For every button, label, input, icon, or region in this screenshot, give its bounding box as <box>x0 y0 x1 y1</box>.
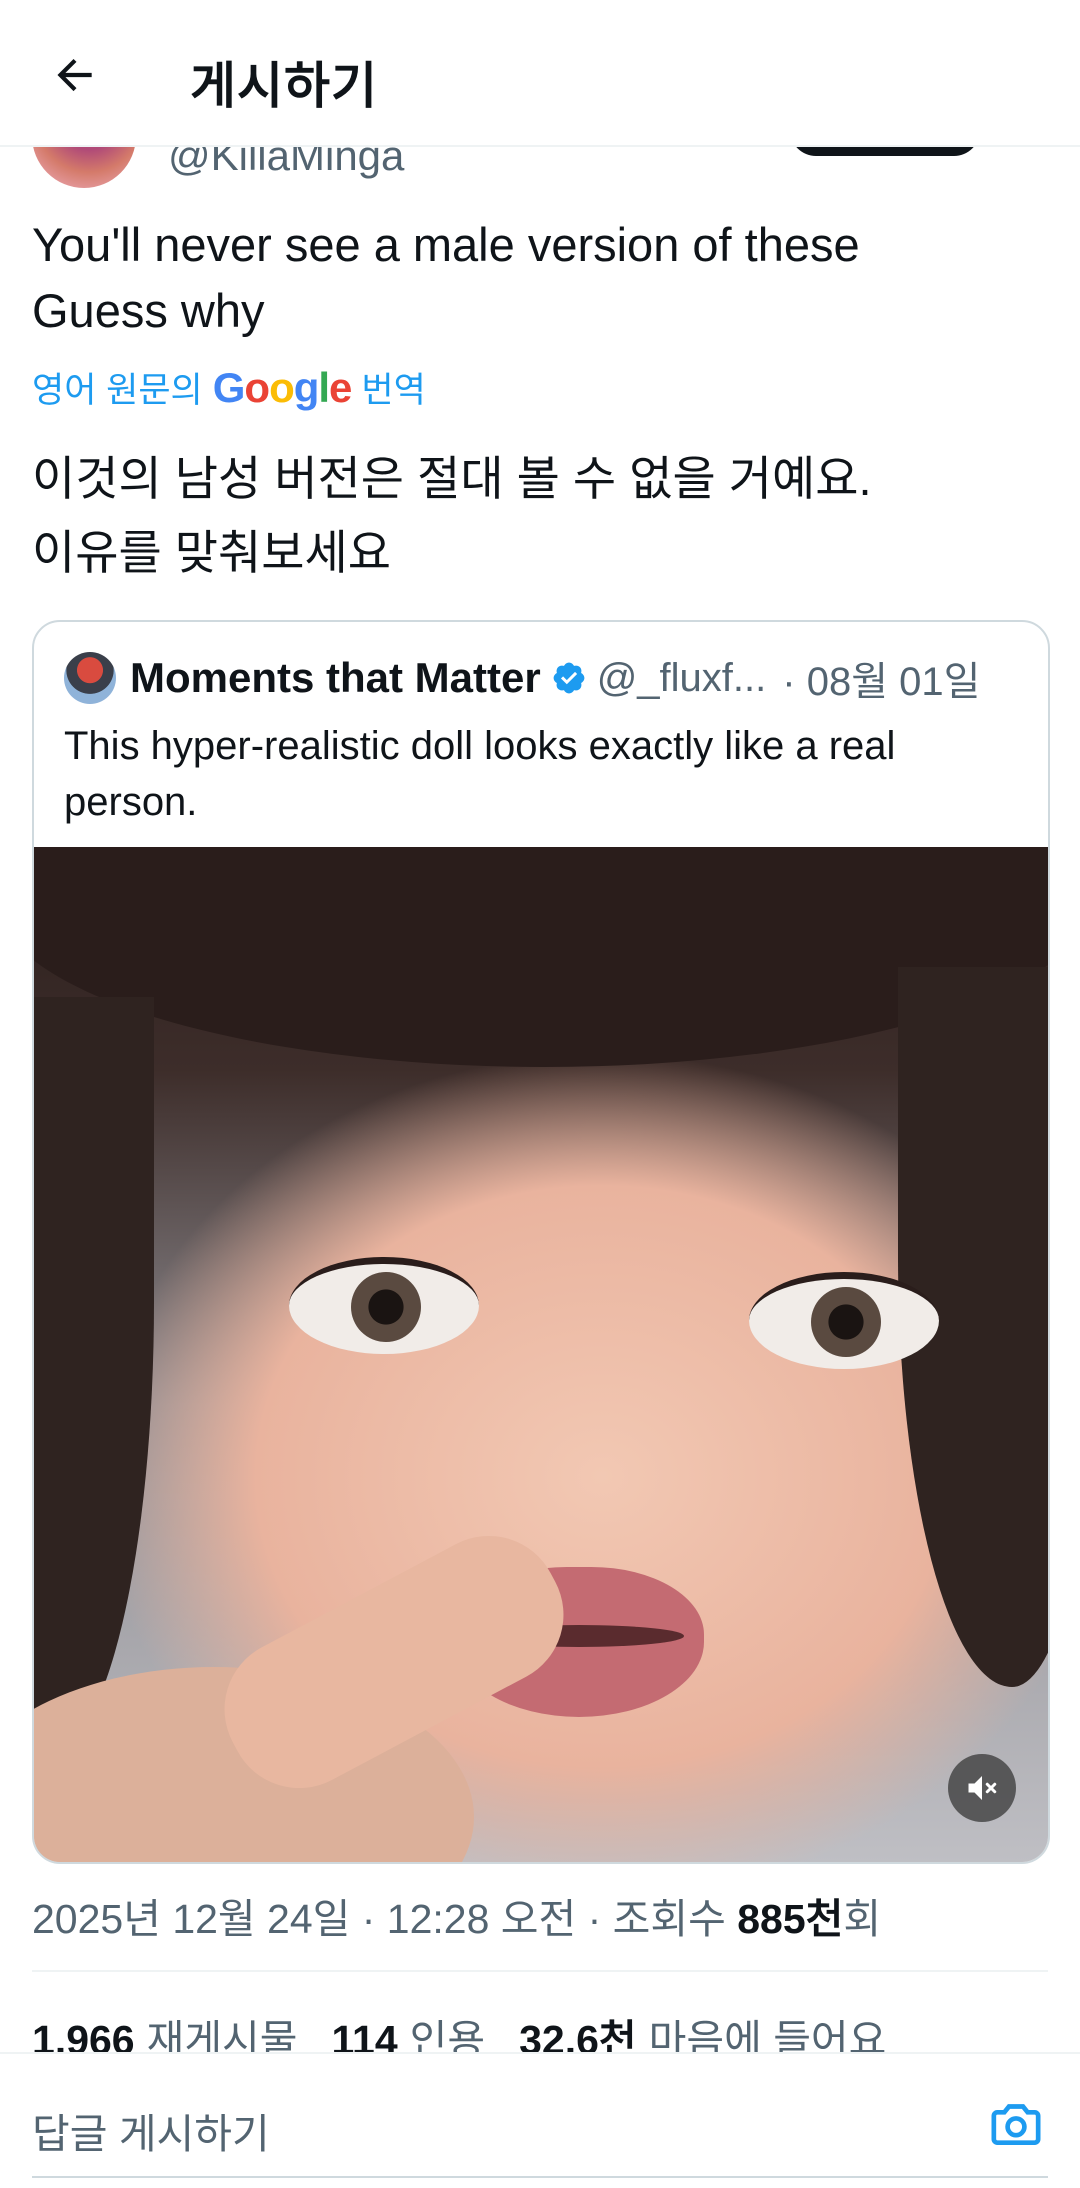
tweet-meta: 2025년 12월 24일 · 12:28 오전 · 조회수 885천회 <box>32 1885 881 1945</box>
tweet-datetime: 2025년 12월 24일 · 12:28 오전 · 조회수 <box>32 1896 738 1942</box>
quoted-author-handle[interactable]: @_fluxf... <box>597 656 767 701</box>
hair-shape-left <box>34 997 154 1757</box>
translate-link[interactable]: 영어 원문의 Google 번역 <box>32 362 426 413</box>
translate-suffix: 번역 <box>361 371 426 410</box>
mute-icon <box>968 1776 997 1800</box>
top-bar: 게시하기 <box>0 0 1080 147</box>
quoted-author-name[interactable]: Moments that Matter <box>130 654 541 702</box>
reply-underline <box>32 2176 1048 2178</box>
back-arrow-icon <box>57 58 92 92</box>
quoted-tweet-header: Moments that Matter @_fluxf... · 08월 01일 <box>64 652 1018 704</box>
quoted-tweet-date: · 08월 01일 <box>782 660 981 704</box>
google-logo: Google <box>212 363 353 411</box>
eye-right <box>749 1272 939 1369</box>
quoted-author-avatar[interactable] <box>64 652 116 704</box>
camera-icon <box>991 2104 1041 2145</box>
camera-button[interactable] <box>986 2094 1046 2154</box>
view-count: 885천 <box>737 1896 844 1942</box>
page-title: 게시하기 <box>190 58 378 114</box>
tweet-text: You'll never see a male version of these… <box>32 218 860 337</box>
reply-input[interactable]: 답글 게시하기 <box>32 2100 270 2160</box>
verified-badge-icon <box>551 660 587 696</box>
back-button[interactable] <box>40 40 110 110</box>
translate-prefix: 영어 원문의 <box>32 371 203 410</box>
quoted-tweet-text: This hyper-realistic doll looks exactly … <box>64 724 896 824</box>
mute-button[interactable] <box>948 1754 1016 1822</box>
divider <box>32 1970 1048 1972</box>
translated-text: 이것의 남성 버전은 절대 볼 수 없을 거예요. 이유를 맞춰보세요 <box>32 452 872 579</box>
video-player[interactable] <box>34 847 1048 1862</box>
hair-shape <box>34 847 1048 1067</box>
view-count-suffix: 회 <box>843 1896 882 1942</box>
eye-left <box>289 1257 479 1354</box>
reply-composer: 답글 게시하기 <box>0 2052 1080 2188</box>
quoted-tweet-card[interactable]: Moments that Matter @_fluxf... · 08월 01일… <box>32 620 1050 1864</box>
